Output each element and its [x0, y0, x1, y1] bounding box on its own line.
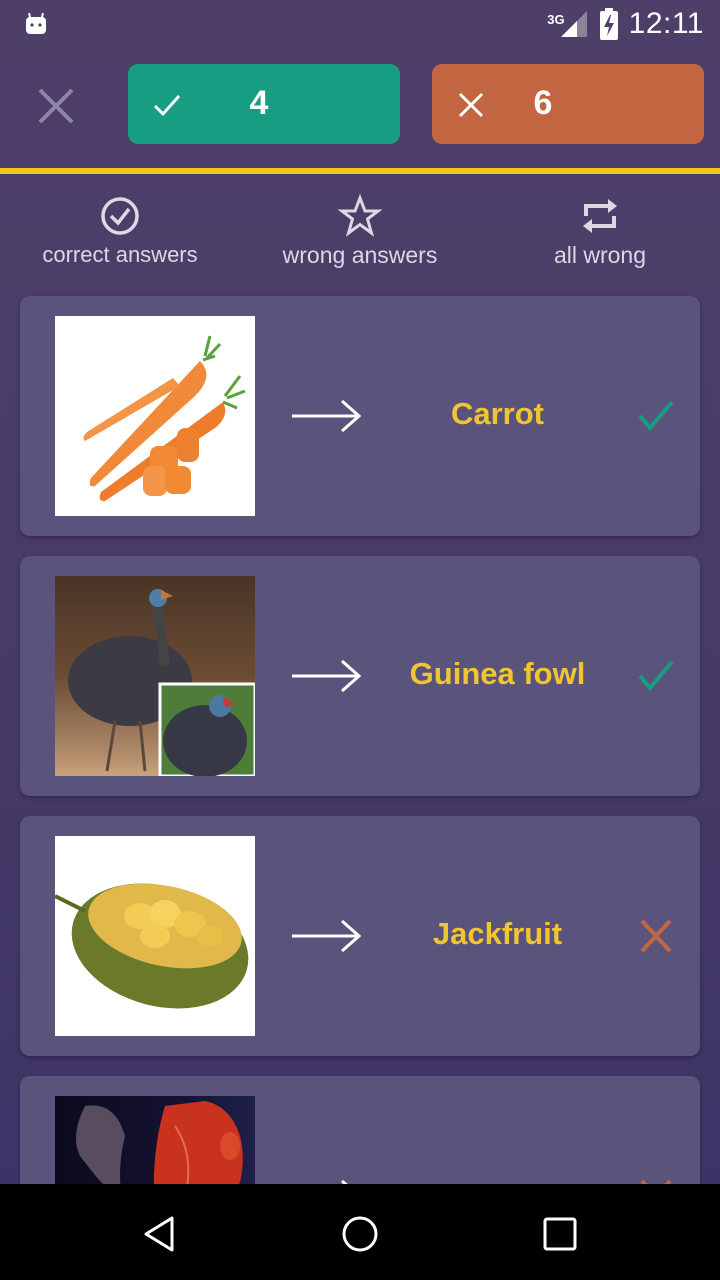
filter-label: wrong answers	[282, 242, 438, 268]
correct-count: 4	[249, 84, 269, 122]
home-icon[interactable]	[340, 1214, 380, 1254]
clock: 12:11	[628, 7, 704, 40]
answer-card[interactable]: Jackfruit	[20, 816, 700, 1056]
answer-label: Carrot	[450, 396, 544, 431]
filter-all-wrong[interactable]: all wrong	[480, 190, 720, 280]
filter-label: correct answers	[42, 242, 198, 267]
repeat-icon	[583, 199, 617, 233]
network-type: 3G	[547, 12, 565, 27]
answer-card[interactable]: Guinea fowl	[20, 556, 700, 796]
progress-line	[0, 168, 720, 174]
filter-tabs: correct answers wrong answers all wrong	[0, 190, 720, 280]
x-icon	[640, 919, 672, 953]
status-bar: 3G 12:11	[0, 0, 720, 48]
recents-icon[interactable]	[540, 1214, 580, 1254]
score-bar: 4 6	[0, 64, 720, 144]
answer-label: Guinea fowl	[409, 656, 586, 691]
wrong-count-badge: 6	[432, 64, 704, 144]
filter-label: all wrong	[553, 242, 647, 268]
wrong-count: 6	[533, 84, 553, 122]
check-icon	[638, 660, 674, 692]
correct-count-badge: 4	[128, 64, 400, 144]
check-circle-icon	[101, 197, 139, 235]
carrot-image	[55, 316, 255, 516]
answer-card[interactable]: Carrot	[20, 296, 700, 536]
back-icon[interactable]	[140, 1214, 180, 1254]
filter-correct-answers[interactable]: correct answers	[0, 190, 240, 280]
signal-indicator: 3G	[547, 9, 588, 39]
star-outline-icon	[338, 194, 382, 237]
answer-label: Jackfruit	[432, 916, 563, 951]
navigation-bar	[0, 1184, 720, 1280]
jackfruit-image	[55, 836, 255, 1036]
arrow-right-icon	[292, 399, 362, 433]
android-debug-icon	[26, 12, 46, 34]
check-icon	[638, 400, 674, 432]
battery-charging-icon	[599, 8, 618, 40]
arrow-right-icon	[292, 919, 362, 953]
arrow-right-icon	[292, 659, 362, 693]
guinea-fowl-image	[55, 576, 255, 776]
close-icon[interactable]	[34, 84, 78, 128]
filter-wrong-answers[interactable]: wrong answers	[240, 190, 480, 280]
